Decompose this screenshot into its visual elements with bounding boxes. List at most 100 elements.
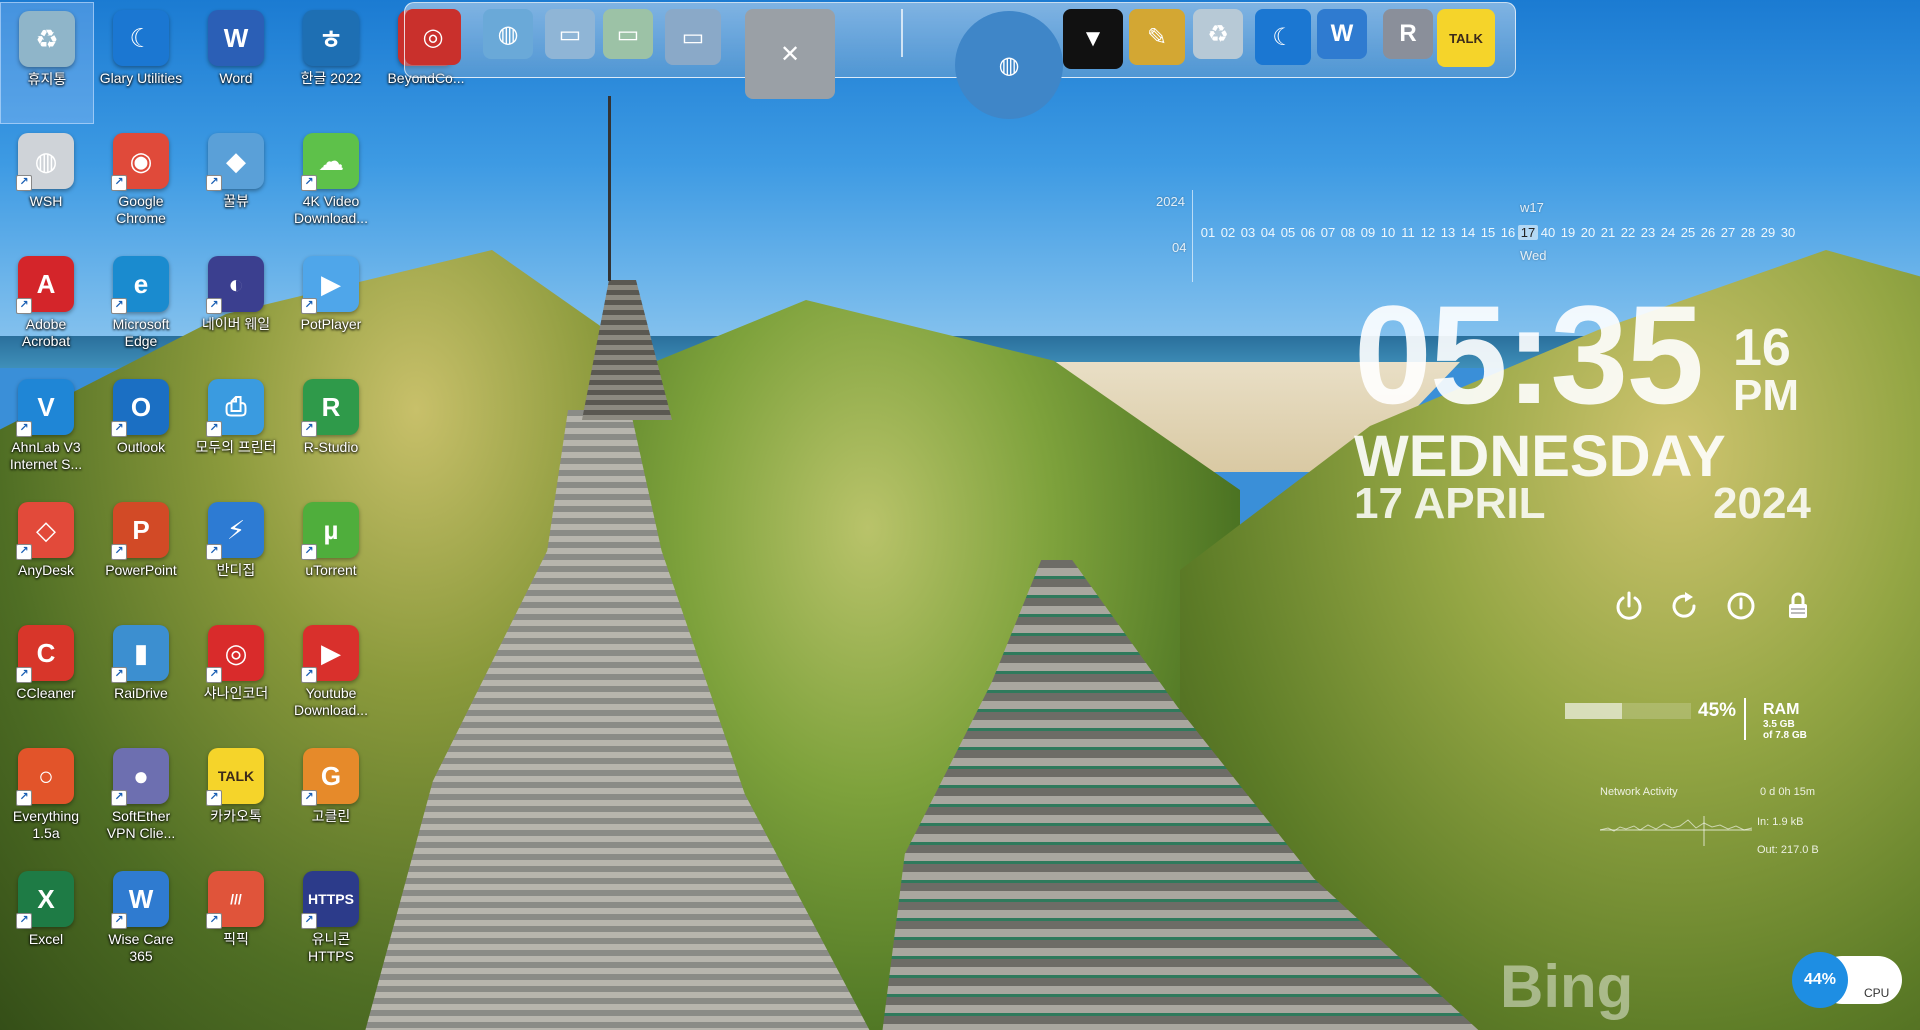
shutdown-button[interactable] [1613,590,1645,622]
desktop-icon[interactable]: ☾ Glary Utilities [95,2,187,122]
desktop-icon[interactable]: µ ↗ uTorrent [285,494,377,614]
restart-icon [1672,592,1696,618]
dock-wise[interactable]: W [1317,9,1367,59]
network-activity-title: Network Activity [1600,786,1678,798]
dock-globe-icon: ◍ [998,51,1020,79]
desktop-icon[interactable]: ▮ ↗ RaiDrive [95,617,187,737]
app-icon: ♻ [19,11,75,67]
shortcut-arrow-icon: ↗ [16,913,32,929]
desktop-icon[interactable]: e ↗ Microsoft Edge [95,248,187,368]
app-icon: ○ ↗ [16,748,74,806]
dock-folder-2-icon: ▭ [616,20,640,48]
desktop-icon[interactable]: O ↗ Outlook [95,371,187,491]
shortcut-arrow-icon: ↗ [16,544,32,560]
dock-network-browser[interactable]: ◍ [483,9,533,59]
ram-label: RAM [1763,701,1800,718]
desktop-icon[interactable]: C ↗ CCleaner [0,617,92,737]
dock-folder-3[interactable]: ▭ [665,9,721,65]
logoff-icon [1727,592,1755,620]
desktop-icon[interactable]: P ↗ PowerPoint [95,494,187,614]
clock-year: 2024 [1713,479,1811,528]
app-icon: ◎ ↗ [206,625,264,683]
calendar-day: 07 [1320,225,1336,240]
desktop-icon[interactable]: R ↗ R-Studio [285,371,377,491]
restart-button[interactable] [1668,590,1700,622]
desktop-icon-label: 픽픽 [223,931,249,947]
desktop-icon[interactable]: ▶ ↗ PotPlayer [285,248,377,368]
desktop-icon-label: Word [219,70,253,86]
bing-logo: Bing [1500,953,1634,1020]
app-icon: ㅎ [303,10,359,66]
desktop-icon-label: Google Chrome [116,193,166,226]
desktop-icon[interactable]: ⎙ ↗ 모두의 프린터 [190,371,282,491]
wallpaper-pole [608,96,611,281]
desktop-icon-label: 한글 2022 [300,70,362,86]
desktop-icon[interactable]: W ↗ Wise Care 365 [95,863,187,983]
calendar-day: 27 [1720,225,1736,240]
dock-folder-1[interactable]: ▭ [545,9,595,59]
ram-usage-bar [1565,703,1691,719]
dock-glary[interactable]: ☾ [1255,9,1311,65]
dock-utilities[interactable]: ✕ [745,9,835,99]
desktop-icon-label: AnyDesk [17,562,75,578]
clock-time: 05:35 [1354,276,1704,433]
app-icon: O ↗ [111,379,169,437]
desktop-icon[interactable]: ㅎ 한글 2022 [285,2,377,122]
app-icon: V ↗ [16,379,74,437]
desktop-icon[interactable]: ○ ↗ Everything 1.5a [0,740,92,860]
desktop-icon-label: Excel [28,931,64,947]
desktop-icon-label: 4K Video Download... [294,193,368,226]
dock-kakaotalk[interactable]: TALK [1437,9,1495,67]
dock-tools-icon: ✎ [1146,23,1168,51]
calendar-day: 16 [1500,225,1516,240]
calendar-day: 25 [1680,225,1696,240]
desktop-icon[interactable]: HTTPS ↗ 유니콘 HTTPS [285,863,377,983]
desktop-icon[interactable]: ◐ ↗ 네이버 웨일 [190,248,282,368]
desktop-icon[interactable]: ///↗ 픽픽 [190,863,282,983]
desktop-icon[interactable]: ♻ 휴지통 [0,2,94,124]
desktop-icon[interactable]: ⚡ ↗ 반디집 [190,494,282,614]
calendar-day: 10 [1380,225,1396,240]
desktop-icon[interactable]: TALK ↗ 카카오톡 [190,740,282,860]
dock-utilities-icon: ✕ [779,40,801,68]
dock-rbox[interactable]: R [1383,9,1433,59]
desktop-icon[interactable]: ◇ ↗ AnyDesk [0,494,92,614]
app-icon: ⎙ ↗ [206,379,264,437]
dock-tshirt[interactable]: ▼ [1063,9,1123,69]
desktop-icon[interactable]: X ↗ Excel [0,863,92,983]
desktop-icon[interactable]: ● ↗ SoftEther VPN Clie... [95,740,187,860]
desktop-icon[interactable]: W Word [190,2,282,122]
logoff-button[interactable] [1725,590,1757,622]
calendar-day: 23 [1640,225,1656,240]
dock-disk-burner[interactable]: ◎ [405,9,461,65]
desktop-icon-label: 모두의 프린터 [195,439,277,455]
dock-folder-2[interactable]: ▭ [603,9,653,59]
dock-tools[interactable]: ✎ [1129,9,1185,65]
desktop-icon[interactable]: ◍ ↗ WSH [0,125,92,245]
calendar-day: 19 [1560,225,1576,240]
desktop-icon[interactable]: G ↗ 고클린 [285,740,377,860]
desktop-icon[interactable]: ☁ ↗ 4K Video Download... [285,125,377,245]
calendar-day: 06 [1300,225,1316,240]
desktop-icon[interactable]: ▶ ↗ Youtube Download... [285,617,377,737]
dock-bar: ◎ ◍ ▭ ▭ ▭ ✕ ◍ ▼ ✎ ♻ ☾ W R TALK [404,2,1516,119]
desktop-icon-label: AhnLab V3 Internet S... [9,439,83,472]
desktop-icon[interactable]: ◎ ↗ 샤나인코더 [190,617,282,737]
app-icon: P ↗ [111,502,169,560]
desktop-icon[interactable]: ◆ ↗ 꿀뷰 [190,125,282,245]
ram-divider [1744,698,1746,740]
desktop-icon-label: 반디집 [216,562,256,578]
dock-recycle[interactable]: ♻ [1193,9,1243,59]
desktop-icon[interactable]: A ↗ Adobe Acrobat [0,248,92,368]
cpu-widget[interactable]: 44% CPU [1792,952,1904,1008]
calendar-day: 24 [1660,225,1676,240]
desktop-icon[interactable]: ◉ ↗ Google Chrome [95,125,187,245]
shortcut-arrow-icon: ↗ [301,667,317,683]
lock-button[interactable] [1782,590,1814,622]
desktop-icon-label: WSH [29,193,63,209]
calendar-dayname: Wed [1520,248,1547,263]
dock-globe[interactable]: ◍ [955,11,1063,119]
calendar-day: 21 [1600,225,1616,240]
shortcut-arrow-icon: ↗ [301,544,317,560]
desktop-icon[interactable]: V ↗ AhnLab V3 Internet S... [0,371,92,491]
